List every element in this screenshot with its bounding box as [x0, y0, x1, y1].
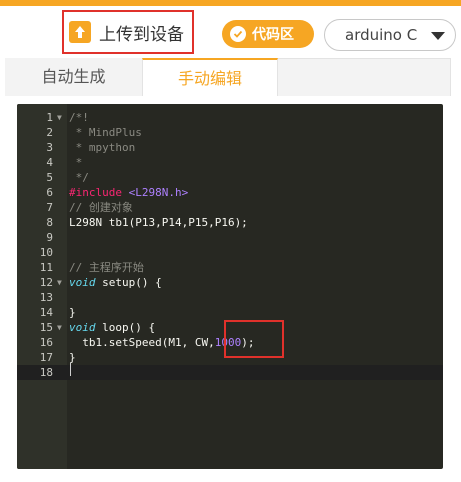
text-cursor — [70, 363, 71, 376]
code-text: */ — [69, 171, 89, 184]
code-text: /*! — [69, 111, 89, 124]
line-number: 18 — [39, 366, 53, 379]
line-number: 8 — [46, 216, 53, 229]
tab-auto-generate[interactable]: 自动生成 — [5, 58, 142, 96]
line-number: 17 — [39, 351, 53, 364]
code-text: * — [69, 156, 83, 169]
line-number: 12 — [39, 276, 53, 289]
line-number: 10 — [39, 246, 53, 259]
line-number: 3 — [46, 141, 53, 154]
line-number: 16 — [39, 336, 53, 349]
line-number: 5 — [46, 171, 53, 184]
code-line[interactable]: 2 * MindPlus — [17, 125, 443, 140]
line-number: 2 — [46, 126, 53, 139]
fold-arrow-icon[interactable]: ▼ — [57, 275, 62, 290]
code-line[interactable]: 14} — [17, 305, 443, 320]
upload-arrow-icon — [69, 21, 91, 43]
code-line[interactable]: 8 L298N tb1(P13,P14,P15,P16); — [17, 215, 443, 230]
board-select-value: arduino C — [345, 26, 418, 44]
line-number: 15 — [39, 321, 53, 334]
upload-to-device-button[interactable]: 上传到设备 — [62, 10, 194, 54]
code-text: // 主程序开始 — [69, 261, 144, 274]
code-line[interactable]: 6 #include <L298N.h> — [17, 185, 443, 200]
line-number: 9 — [46, 231, 53, 244]
code-line[interactable]: 3 * mpython — [17, 140, 443, 155]
code-area-toggle[interactable]: 代码区 — [222, 20, 314, 48]
code-text: void setup() { — [69, 276, 162, 289]
line-number: 11 — [39, 261, 53, 274]
line-number: 1 — [46, 111, 53, 124]
code-line[interactable]: 9 — [17, 230, 443, 245]
code-line[interactable]: 4 * — [17, 155, 443, 170]
code-text: #include <L298N.h> — [69, 186, 189, 199]
fold-arrow-icon[interactable]: ▼ — [57, 320, 62, 335]
code-text: L298N tb1(P13,P14,P15,P16); — [69, 216, 248, 229]
code-line[interactable]: 1 ▼ /*! — [17, 110, 443, 125]
line-number: 14 — [39, 306, 53, 319]
toolbar: 上传到设备 代码区 arduino C — [0, 6, 461, 58]
line-number: 6 — [46, 186, 53, 199]
code-text: * mpython — [69, 141, 136, 154]
code-text: void loop() { — [69, 321, 156, 334]
code-line[interactable]: 11 // 主程序开始 — [17, 260, 443, 275]
tab-manual-edit[interactable]: 手动编辑 — [142, 58, 278, 96]
code-text: // 创建对象 — [69, 201, 133, 214]
fold-arrow-icon[interactable]: ▼ — [57, 110, 62, 125]
code-editor[interactable]: 1 ▼/*! 2 * MindPlus 3 * mpython 4 * 5 */6 #inc… — [17, 104, 443, 469]
code-line[interactable]: 5 */ — [17, 170, 443, 185]
check-icon — [230, 26, 246, 42]
chevron-down-icon — [431, 32, 445, 40]
code-line[interactable]: 18 — [17, 365, 443, 380]
upload-button-label: 上传到设备 — [99, 24, 184, 45]
code-line[interactable]: 10 — [17, 245, 443, 260]
annotation-highlight-box — [224, 320, 284, 358]
code-text: * MindPlus — [69, 126, 142, 139]
board-select-dropdown[interactable]: arduino C — [324, 19, 456, 51]
code-area-label: 代码区 — [252, 27, 294, 43]
line-number: 13 — [39, 291, 53, 304]
code-line[interactable]: 7 // 创建对象 — [17, 200, 443, 215]
line-number: 7 — [46, 201, 53, 214]
code-line[interactable]: 12 ▼ void setup() { — [17, 275, 443, 290]
line-number: 4 — [46, 156, 53, 169]
code-line[interactable]: 13 — [17, 290, 443, 305]
code-text: } — [69, 306, 76, 319]
